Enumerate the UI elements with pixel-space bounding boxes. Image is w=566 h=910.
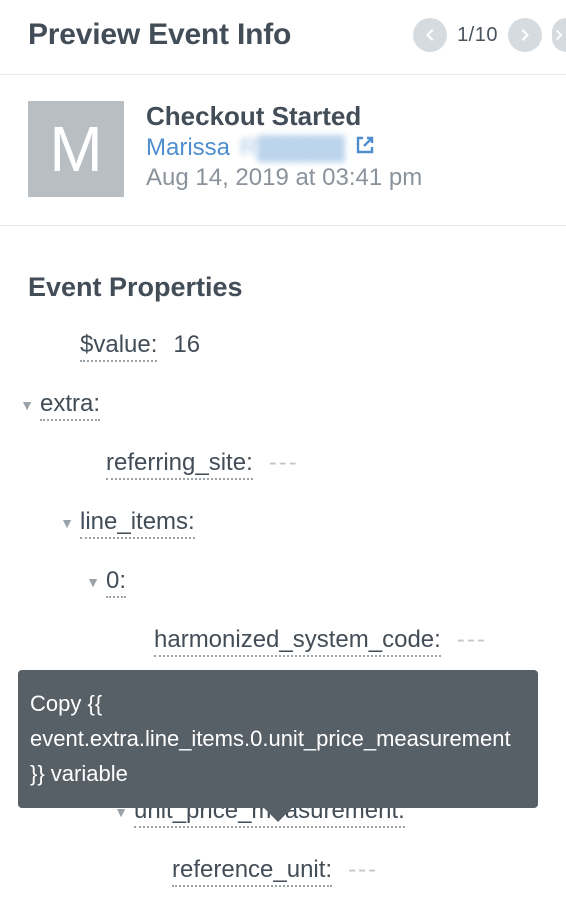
avatar: M (28, 101, 124, 197)
tooltip-arrow-icon (262, 806, 294, 822)
chevron-left-icon (422, 27, 438, 43)
user-line[interactable]: Marissa R▓▓▓▓▓ (146, 134, 422, 162)
prop-val: --- (348, 856, 378, 884)
prop-key[interactable]: harmonized_system_code: (154, 626, 441, 657)
prop-key[interactable]: reference_unit: (172, 856, 332, 887)
nav-controls: 1/10 (413, 18, 566, 52)
event-meta-text: Checkout Started Marissa R▓▓▓▓▓ Aug 14, … (146, 101, 422, 192)
prop-referring-site: ▼ referring_site: --- (14, 435, 566, 494)
chevron-right-icon (517, 27, 533, 43)
caret-icon[interactable]: ▼ (54, 515, 80, 531)
prop-value: ▼ $value: 16 (14, 317, 566, 376)
user-first-name[interactable]: Marissa (146, 134, 230, 162)
prop-key[interactable]: extra: (40, 390, 100, 421)
external-link-icon[interactable] (355, 134, 375, 162)
tooltip[interactable]: Copy {{ event.extra.line_items.0.unit_pr… (18, 670, 538, 808)
chevron-right-icon (552, 27, 566, 43)
more-button[interactable] (552, 18, 566, 52)
prop-key[interactable]: $value: (80, 331, 157, 362)
prev-button[interactable] (413, 18, 447, 52)
next-button[interactable] (508, 18, 542, 52)
event-name: Checkout Started (146, 101, 422, 132)
event-timestamp: Aug 14, 2019 at 03:41 pm (146, 164, 422, 192)
prop-val: --- (269, 449, 299, 477)
prop-reference-unit: ▼ reference_unit: --- (14, 842, 566, 901)
caret-icon[interactable]: ▼ (14, 397, 40, 413)
event-meta: M Checkout Started Marissa R▓▓▓▓▓ Aug 14… (0, 75, 566, 226)
page-counter: 1/10 (457, 24, 498, 47)
prop-val: --- (457, 626, 487, 654)
prop-line-items: ▼ line_items: (14, 494, 566, 553)
section-title: Event Properties (0, 226, 566, 317)
tooltip-text: Copy {{ event.extra.line_items.0.unit_pr… (30, 691, 511, 786)
header: Preview Event Info 1/10 (0, 0, 566, 75)
caret-icon[interactable]: ▼ (80, 574, 106, 590)
prop-val: 16 (173, 331, 200, 359)
prop-harmonized-system-code: ▼ harmonized_system_code: --- (14, 612, 566, 671)
page-title: Preview Event Info (28, 18, 291, 52)
prop-key[interactable]: referring_site: (106, 449, 253, 480)
prop-key[interactable]: line_items: (80, 508, 195, 539)
user-last-name-obscured: R▓▓▓▓▓ (240, 134, 345, 162)
prop-key[interactable]: 0: (106, 567, 126, 598)
prop-extra: ▼ extra: (14, 376, 566, 435)
prop-index-0: ▼ 0: (14, 553, 566, 612)
